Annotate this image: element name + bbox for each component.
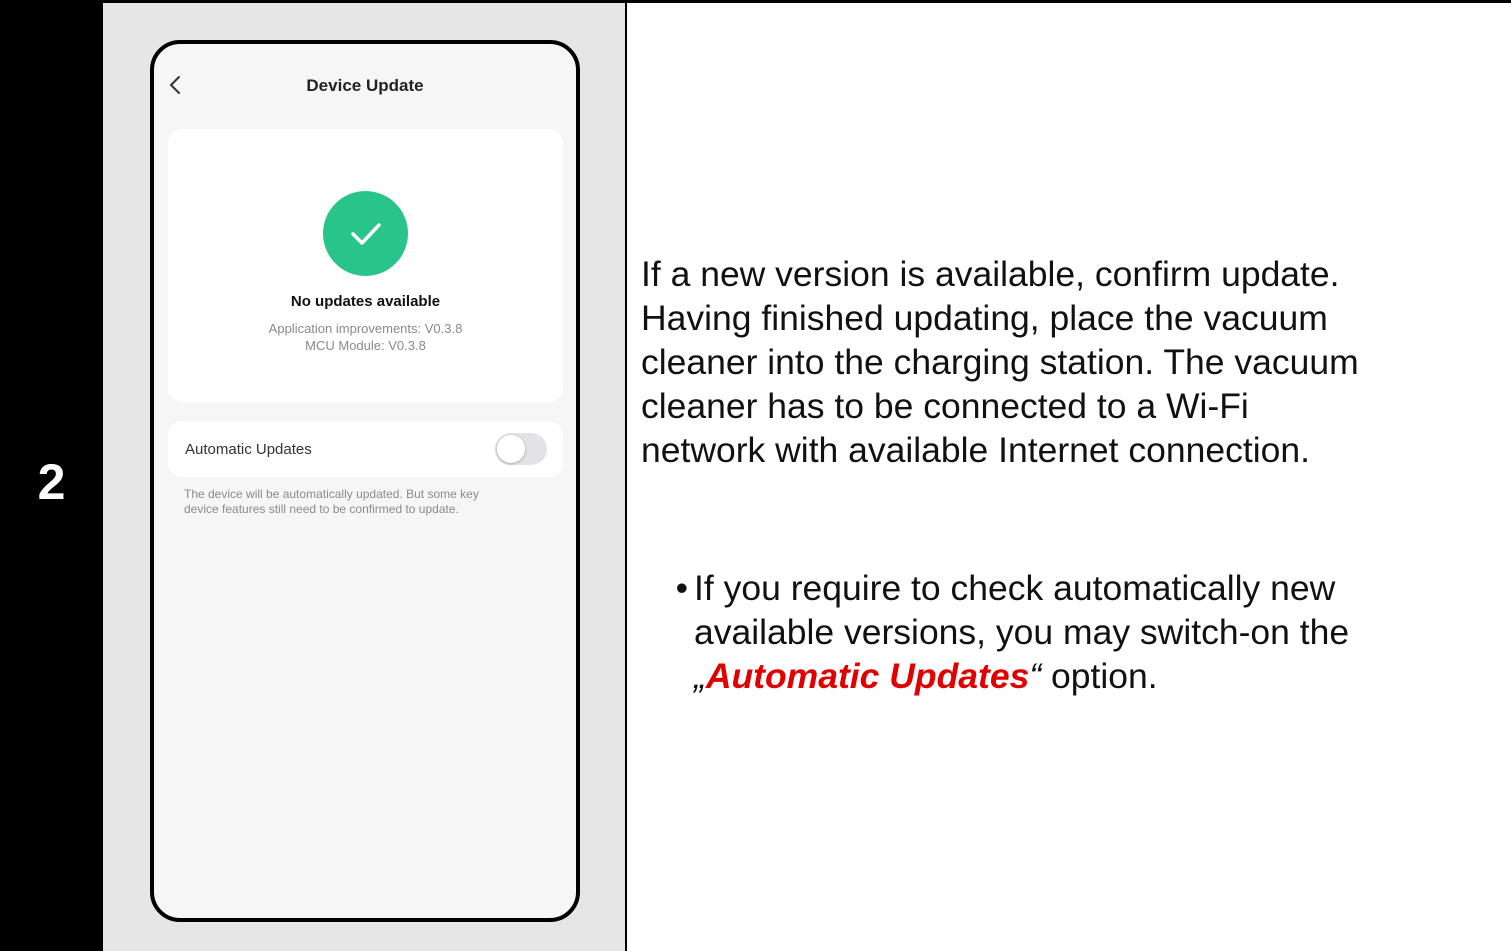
instruction-line: network with available Internet connecti… — [641, 430, 1310, 470]
open-quote: „ — [694, 656, 706, 696]
instruction-line: cleaner has to be connected to a Wi-Fi — [641, 386, 1249, 426]
instruction-line: cleaner into the charging station. The v… — [641, 342, 1359, 382]
update-status-card: No updates available Application improve… — [168, 129, 563, 402]
bullet-line-1: If you require to check automatically ne… — [694, 568, 1336, 608]
status-heading: No updates available — [290, 293, 441, 310]
automatic-updates-label: Automatic Updates — [185, 441, 312, 458]
highlighted-option-name: Automatic Updates — [705, 656, 1030, 696]
close-quote: “ — [1029, 656, 1042, 696]
bullet-tail: option. — [1041, 656, 1158, 696]
note-line-2: device features still need to be confirm… — [184, 502, 459, 516]
step-column: 2 — [0, 0, 103, 951]
note-line-1: The device will be automatically updated… — [184, 487, 479, 501]
step-number: 2 — [37, 454, 66, 510]
instruction-paragraph: If a new version is available, confirm u… — [641, 252, 1501, 472]
bullet-line-2: available versions, you may switch-on th… — [694, 612, 1350, 652]
bullet-line-3: „Automatic Updates“ option. — [694, 654, 1511, 698]
mcu-version-text: MCU Module: V0.3.8 — [305, 338, 426, 353]
screen-title: Device Update — [306, 76, 424, 95]
automatic-updates-note: The device will be automatically updated… — [184, 487, 559, 517]
success-badge — [323, 191, 408, 276]
app-version-text: Application improvements: V0.3.8 — [268, 321, 463, 336]
bullet-marker: • — [675, 568, 688, 608]
bullet-text: If you require to check automatically ne… — [694, 566, 1511, 698]
toggle-knob — [497, 435, 525, 463]
phone-frame: Device Update No updates available Appli… — [150, 40, 580, 922]
instruction-line: Having finished updating, place the vacu… — [641, 298, 1328, 338]
column-divider — [625, 0, 627, 951]
automatic-updates-row: Automatic Updates — [168, 421, 563, 477]
automatic-updates-toggle[interactable] — [495, 433, 547, 465]
checkmark-icon — [351, 223, 381, 245]
instruction-line: If a new version is available, confirm u… — [641, 254, 1340, 294]
